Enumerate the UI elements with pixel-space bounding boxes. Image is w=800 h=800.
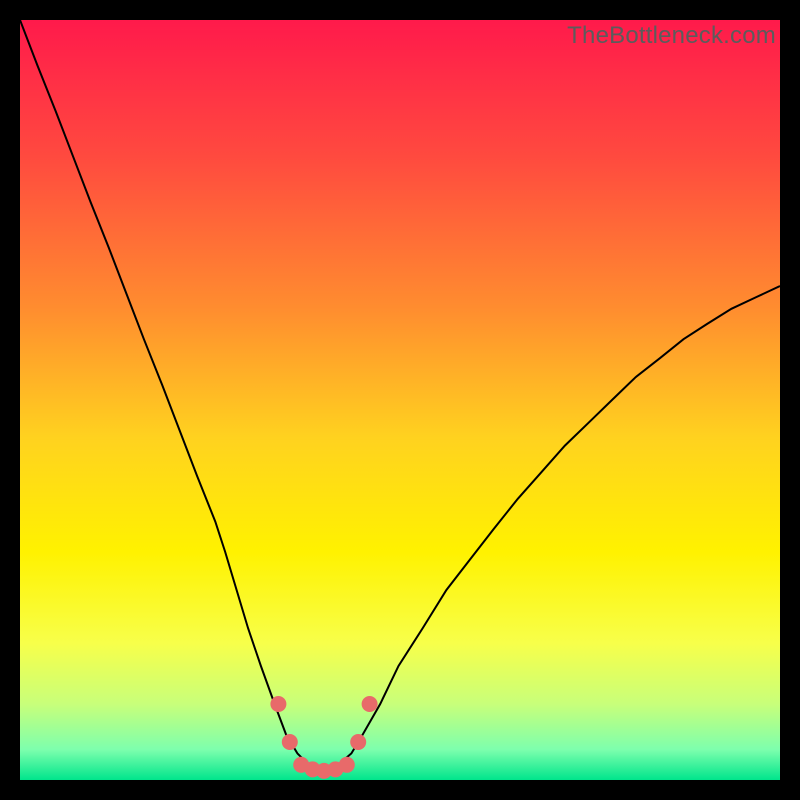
bottom-marker: [270, 696, 286, 712]
chart-frame: TheBottleneck.com: [20, 20, 780, 780]
bottom-marker: [282, 734, 298, 750]
chart-background: [20, 20, 780, 780]
bottom-marker: [339, 757, 355, 773]
bottom-marker: [362, 696, 378, 712]
bottleneck-chart: [20, 20, 780, 780]
watermark-text: TheBottleneck.com: [567, 22, 776, 50]
bottom-marker: [350, 734, 366, 750]
